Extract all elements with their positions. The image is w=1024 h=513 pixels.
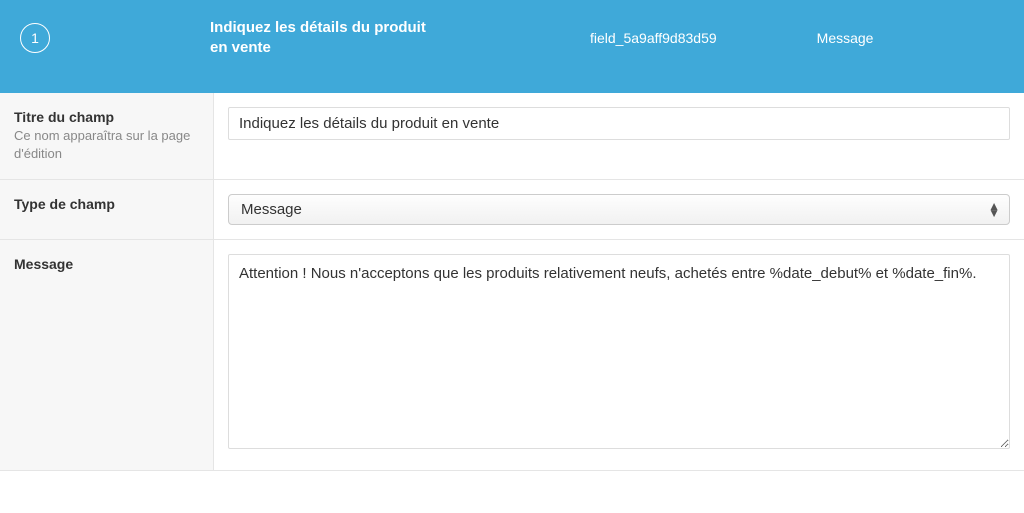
label-title: Titre du champ [14,109,199,125]
input-cell-type: Message ▲▼ [214,180,1024,239]
field-title-input[interactable] [228,107,1010,140]
field-header-title[interactable]: Indiquez les détails du produit en vente [210,18,440,57]
row-message: Message [0,240,1024,471]
field-header-type: Message [817,30,874,46]
input-cell-message [214,240,1024,470]
field-header-key: field_5a9aff9d83d59 [590,30,717,46]
label-message: Message [14,256,199,272]
field-type-select[interactable]: Message [228,194,1010,225]
field-order-number: 1 [31,30,39,46]
row-field-type: Type de champ Message ▲▼ [0,180,1024,240]
row-field-title: Titre du champ Ce nom apparaîtra sur la … [0,93,1024,180]
field-type-select-wrap: Message ▲▼ [228,194,1010,225]
field-header: 1 Indiquez les détails du produit en ven… [0,0,1024,93]
label-cell-title: Titre du champ Ce nom apparaîtra sur la … [0,93,214,179]
label-desc: Ce nom apparaîtra sur la page d'édition [14,127,199,163]
field-order-badge[interactable]: 1 [20,23,50,53]
label-type: Type de champ [14,196,199,212]
message-textarea[interactable] [228,254,1010,449]
input-cell-title [214,93,1024,179]
label-cell-message: Message [0,240,214,470]
label-cell-type: Type de champ [0,180,214,239]
